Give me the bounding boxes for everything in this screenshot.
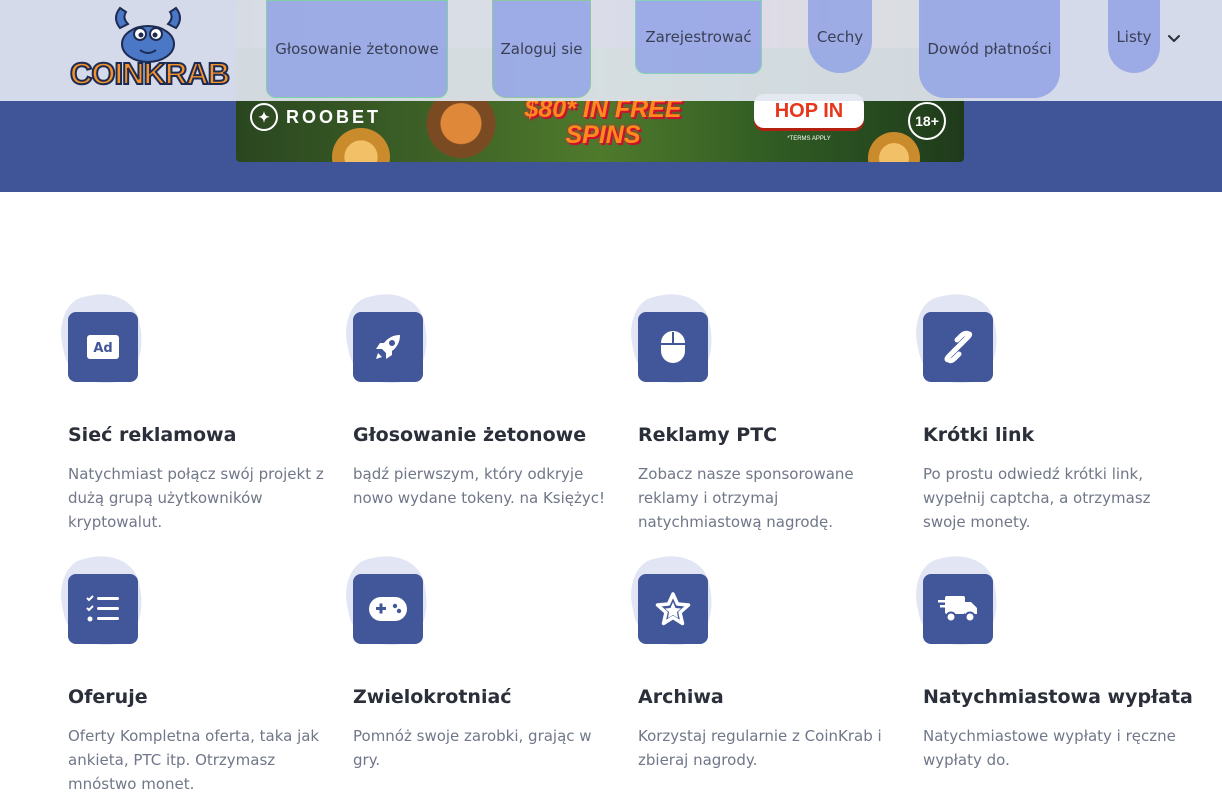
feature-icon-wrap [53,548,151,654]
nav-register[interactable]: Zarejestrować [635,0,762,74]
coin-decoration [868,132,920,162]
nav-token-voting[interactable]: Głosowanie żetonowe [266,0,448,98]
banner-character-image [416,98,506,162]
feature-title: Zwielokrotniać [353,686,512,708]
banner-promo-text: $80* IN FREE SPINS [524,95,682,149]
feature-title: Reklamy PTC [638,424,778,446]
feature-description: Natychmiastowe wypłaty i ręczne wypłaty … [923,727,1176,769]
nav-login[interactable]: Zaloguj sie [492,0,591,98]
feature-title: Głosowanie żetonowe [353,424,587,446]
feature-description: Natychmiast połącz swój projekt z dużą g… [68,465,324,531]
svg-text:Ad: Ad [93,341,112,356]
feature-icon-wrap: Ad [53,286,151,392]
mouse-icon [638,312,708,382]
feature-description: bądź pierwszym, który odkryje nowo wydan… [353,465,606,507]
feature-icon-wrap [338,548,436,654]
roobet-logo-icon: ✦ [250,103,278,131]
truck-icon [923,574,993,644]
feature-description: Po prostu odwiedź krótki link, wypełnij … [923,465,1151,531]
feature-description: Korzystaj regularnie z CoinKrab i zbiera… [638,727,882,769]
link-icon [923,312,993,382]
banner-brand: ✦ ROOBET [250,102,381,132]
feature-title: Oferuje [68,686,148,708]
feature-title: Sieć reklamowa [68,424,237,446]
feature-description: Zobacz nasze sponsorowane reklamy i otrz… [638,465,854,531]
feature-icon-wrap [908,548,1006,654]
task-list-icon [68,574,138,644]
banner-brand-text: ROOBET [286,106,382,127]
feature-description: Pomnóż swoje zarobki, grając w gry. [353,727,592,769]
feature-title: Archiwa [638,686,724,708]
chevron-down-icon[interactable] [1166,30,1182,46]
logo-wordmark: COINKRAB [69,55,231,92]
site-header: COINKRAB Głosowanie żetonowe Zaloguj sie… [0,0,1222,101]
feature-description: Oferty Kompletna oferta, taka jak ankiet… [68,727,320,793]
nav-features[interactable]: Cechy [808,0,872,73]
feature-title: Krótki link [923,424,1035,446]
feature-icon-wrap [623,286,721,392]
feature-title: Natychmiastowa wypłata [923,686,1193,708]
gamepad-icon [353,574,423,644]
crab-icon [115,6,181,63]
nav-lists[interactable]: Listy [1108,0,1160,73]
star-icon [638,574,708,644]
feature-icon-wrap [338,286,436,392]
nav-payment-proof[interactable]: Dowód płatności [919,0,1060,98]
banner-age-badge: 18+ [908,102,946,140]
feature-icon-wrap [623,548,721,654]
feature-icon-wrap [908,286,1006,392]
ad-icon: Ad [68,312,138,382]
banner-terms: *TERMS APPLY [787,136,831,142]
rocket-icon [353,312,423,382]
coin-decoration [332,128,390,162]
coinkrab-logo[interactable]: COINKRAB [69,2,231,98]
